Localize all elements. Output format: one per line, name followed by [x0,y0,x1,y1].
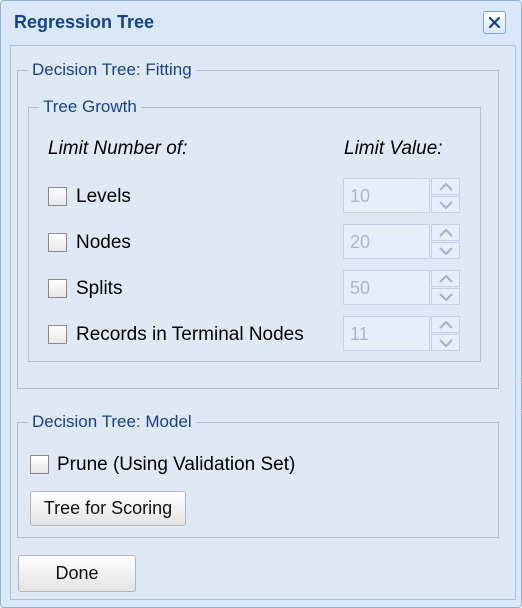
records-terminal-nodes-decrement [431,334,460,351]
chevron-down-icon [439,293,453,301]
nodes-decrement [431,242,460,259]
levels-decrement [431,196,460,213]
splits-label: Splits [76,278,123,299]
tree-for-scoring-button[interactable]: Tree for Scoring [30,491,186,526]
close-icon [489,17,500,28]
records-terminal-nodes-label: Records in Terminal Nodes [76,324,304,345]
nodes-value-input: 20 [343,224,430,259]
records-terminal-nodes-increment [431,316,460,333]
chevron-down-icon [439,247,453,255]
model-legend: Decision Tree: Model [32,412,192,431]
splits-value-input: 50 [343,270,430,305]
fitting-legend: Decision Tree: Fitting [32,60,192,79]
dialog-titlebar[interactable]: Regression Tree [1,1,521,43]
prune-checkbox[interactable] [30,455,49,474]
splits-value-stepper: 50 [343,270,460,305]
nodes-checkbox[interactable] [48,233,67,252]
close-button[interactable] [483,11,506,34]
chevron-up-icon [439,229,453,237]
chevron-up-icon [439,275,453,283]
nodes-increment [431,224,460,241]
records-terminal-nodes-value-input: 11 [343,316,430,351]
splits-decrement [431,288,460,305]
limit-number-header: Limit Number of: [48,138,188,159]
records-terminal-nodes-checkbox[interactable] [48,325,67,344]
nodes-label: Nodes [76,232,131,253]
tree-growth-legend: Tree Growth [43,97,137,116]
limit-value-header: Limit Value: [344,138,443,159]
chevron-down-icon [439,201,453,209]
prune-label: Prune (Using Validation Set) [57,454,296,475]
splits-checkbox[interactable] [48,279,67,298]
chevron-up-icon [439,183,453,191]
levels-value-stepper: 10 [343,178,460,213]
records-terminal-nodes-value-stepper: 11 [343,316,460,351]
dialog-title: Regression Tree [14,12,155,32]
splits-increment [431,270,460,287]
chevron-up-icon [439,321,453,329]
done-button[interactable]: Done [18,555,136,592]
nodes-value-stepper: 20 [343,224,460,259]
levels-label: Levels [76,186,131,207]
chevron-down-icon [439,339,453,347]
levels-checkbox[interactable] [48,187,67,206]
levels-value-input: 10 [343,178,430,213]
levels-increment [431,178,460,195]
